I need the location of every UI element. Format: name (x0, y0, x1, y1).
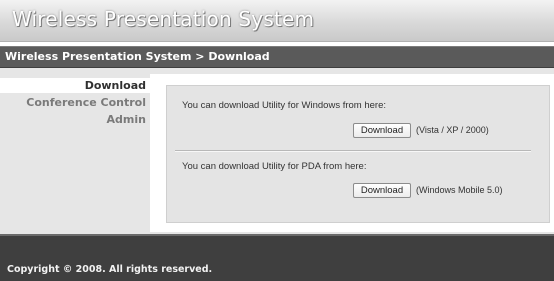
sidebar-item-download[interactable]: Download (0, 78, 150, 93)
breadcrumb-bar: Wireless Presentation System > Download (0, 46, 554, 68)
copyright-text: Copyright © 2008. All rights reserved. (7, 264, 213, 275)
windows-download-button[interactable]: Download (353, 123, 411, 138)
footer: Copyright © 2008. All rights reserved. (0, 234, 554, 281)
section-divider (175, 150, 531, 152)
app-title: Wireless Presentation System (12, 7, 315, 31)
pda-version-note: (Windows Mobile 5.0) (416, 185, 503, 195)
sidebar: Download Conference Control Admin (0, 74, 150, 232)
pda-download-button[interactable]: Download (353, 183, 411, 198)
windows-version-note: (Vista / XP / 2000) (416, 125, 489, 135)
header-bar: Wireless Presentation System (0, 0, 554, 42)
pda-download-message: You can download Utility for PDA from he… (182, 161, 367, 172)
sidebar-item-label: Conference Control (26, 96, 146, 109)
main-content: You can download Utility for Windows fro… (150, 74, 554, 232)
windows-download-message: You can download Utility for Windows fro… (182, 100, 386, 111)
sidebar-item-label: Admin (106, 113, 146, 126)
sidebar-item-conference-control[interactable]: Conference Control (0, 95, 146, 110)
sidebar-item-label: Download (84, 79, 146, 92)
download-panel: You can download Utility for Windows fro… (166, 85, 550, 223)
breadcrumb: Wireless Presentation System > Download (5, 50, 270, 63)
sidebar-item-admin[interactable]: Admin (0, 112, 146, 127)
